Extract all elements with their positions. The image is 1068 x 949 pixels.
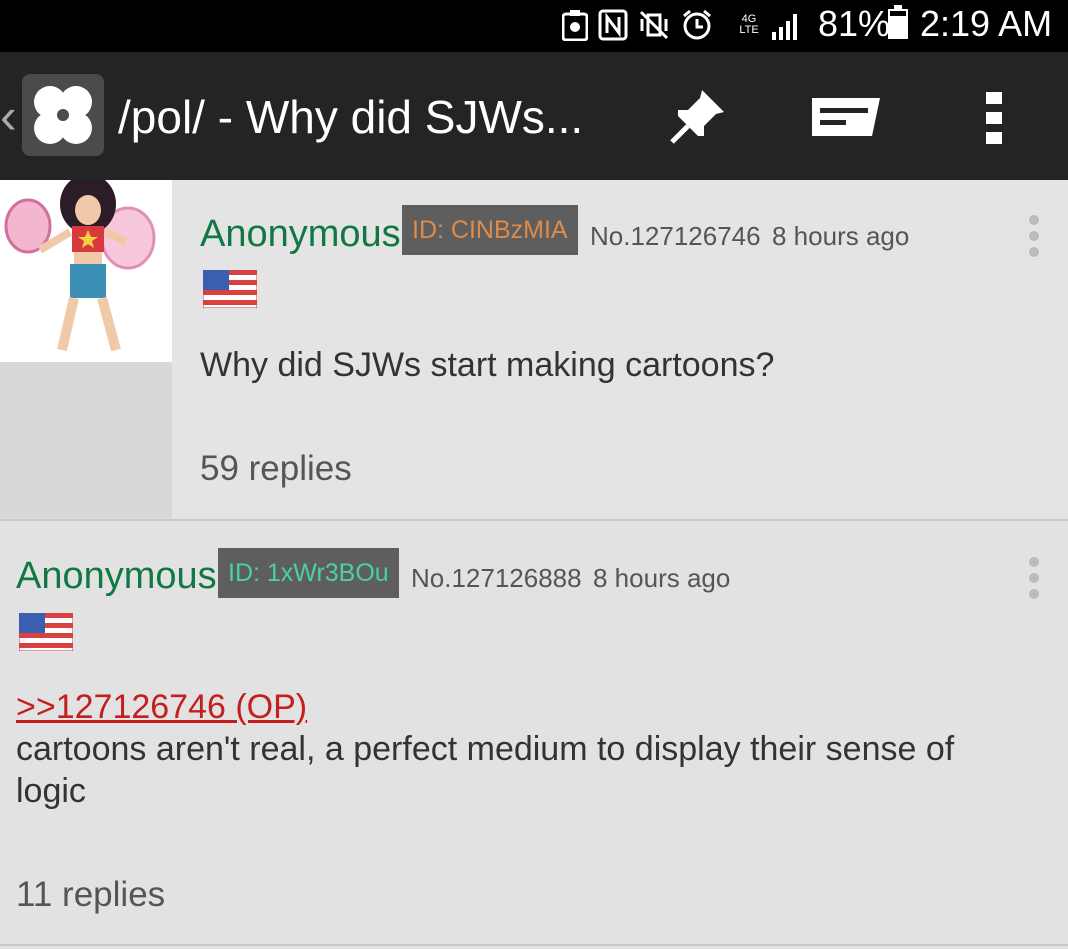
overflow-menu-icon[interactable] <box>984 90 1006 148</box>
quote-link[interactable]: >>127126746 (OP) <box>16 686 307 728</box>
vibrate-icon <box>639 10 669 40</box>
sort-comments-icon[interactable] <box>810 96 882 138</box>
post-body-line-1: cartoons aren't real, a perfect medium t… <box>16 730 955 768</box>
us-flag-icon <box>19 613 73 651</box>
poster-name: Anonymous <box>16 555 217 597</box>
battery-percentage: 81% <box>818 3 891 44</box>
post-body: Why did SJWs start making cartoons? <box>200 346 775 384</box>
clock: 2:19 AM <box>920 3 1053 44</box>
post-age: 8 hours ago <box>593 563 731 593</box>
poster-id-badge[interactable]: ID: 1xWr3BOu <box>218 548 399 598</box>
thread-title: /pol/ - Why did SJWs... <box>118 91 584 143</box>
reply-count[interactable]: 59 replies <box>200 448 352 490</box>
status-bar: 4G LTE 81% 2:19 AM <box>0 0 1068 52</box>
reply-count[interactable]: 11 replies <box>16 874 165 916</box>
post-overflow-menu-icon[interactable] <box>1028 214 1040 258</box>
post-thumbnail[interactable] <box>0 180 172 362</box>
4g-lte-icon: 4G LTE <box>739 13 759 36</box>
poster-id-badge[interactable]: ID: CINBzMIA <box>402 205 578 255</box>
post-divider <box>0 519 1068 521</box>
alarm-icon <box>683 9 711 40</box>
post-divider <box>0 944 1068 946</box>
post-body-line-2: logic <box>16 772 86 810</box>
app-bar: ‹ /pol/ - Why did SJWs... <box>0 52 1068 180</box>
back-chevron-icon[interactable]: ‹ <box>0 86 17 146</box>
post-number[interactable]: No.127126888 <box>411 562 582 594</box>
us-flag-icon <box>203 270 257 308</box>
nfc-icon <box>598 9 628 41</box>
post-overflow-menu-icon[interactable] <box>1028 556 1040 600</box>
clover-logo-icon[interactable] <box>22 74 104 156</box>
post-age: 8 hours ago <box>772 221 910 251</box>
poster-name: Anonymous <box>200 213 401 255</box>
thumbnail-column <box>0 180 172 518</box>
op-post: Anonymous ID: CINBzMIA No.127126746 8 ho… <box>0 180 1068 520</box>
blocking-mode-icon <box>562 10 588 41</box>
status-icons: 4G LTE <box>562 6 802 44</box>
signal-icon <box>772 14 797 40</box>
post-number[interactable]: No.127126746 <box>590 220 761 252</box>
battery-icon <box>888 5 908 39</box>
pin-icon[interactable] <box>668 84 730 146</box>
